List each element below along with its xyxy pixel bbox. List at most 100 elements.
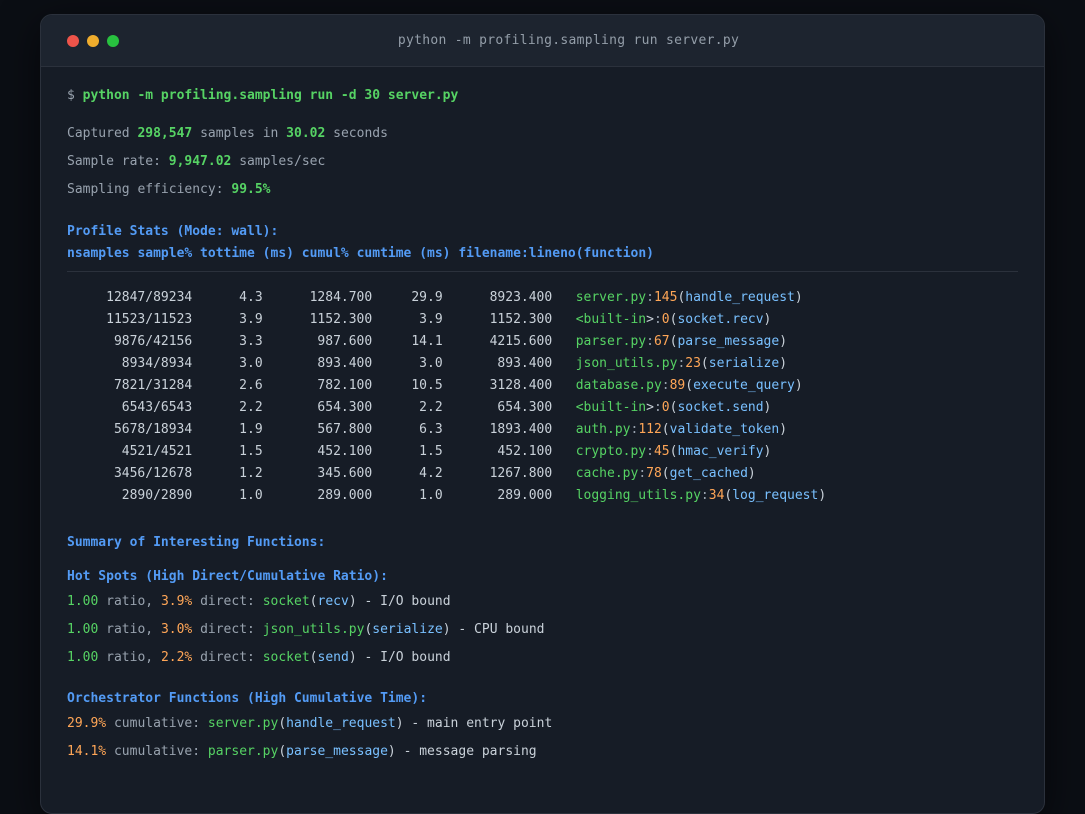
cumulative-pct: 29.9% <box>67 716 107 731</box>
method-name: recv <box>317 594 349 609</box>
tottime-cell: 567.800 <box>317 422 373 437</box>
nsamples-cell: 7821/31284 <box>113 378 193 393</box>
close-paren: ) <box>763 312 772 327</box>
sample-rate-line: Sample rate: 9,947.02 samples/sec <box>67 151 1018 173</box>
terminal-window: python -m profiling.sampling run server.… <box>40 14 1045 814</box>
cumul-pct-cell: 10.5 <box>411 378 443 393</box>
hot-spots-header: Hot Spots (High Direct/Cumulative Ratio)… <box>67 569 388 584</box>
orchestrator-row: 14.1% cumulative: parser.py(parse_messag… <box>67 741 1018 763</box>
cumtime-cell: 654.300 <box>497 400 553 415</box>
function-name: hmac_verify <box>677 444 764 459</box>
efficiency-value: 99.5% <box>231 182 271 197</box>
colon: : <box>653 312 662 327</box>
tottime-cell: 1152.300 <box>309 312 373 327</box>
table-row: 7821/31284 2.6 782.100 10.5 3128.400 database… <box>67 375 1018 397</box>
hot-spot-row: 1.00 ratio, 2.2% direct: socket(send) - … <box>67 647 1018 669</box>
open-paren: ( <box>309 594 318 609</box>
close-paren: ) <box>747 466 756 481</box>
tottime-cell: 782.100 <box>317 378 373 393</box>
sample-pct-cell: 4.3 <box>239 290 263 305</box>
close-paren: ) <box>763 400 772 415</box>
nsamples-cell: 6543/6543 <box>121 400 193 415</box>
method-name: serialize <box>372 622 443 637</box>
table-row: 12847/89234 4.3 1284.700 29.9 8923.400 server… <box>67 287 1018 309</box>
cumtime-cell: 1267.800 <box>489 466 553 481</box>
ratio-label: ratio, <box>98 622 161 637</box>
sample-pct-cell: 3.9 <box>239 312 263 327</box>
lineno: 0 <box>661 400 670 415</box>
entry-note: - main entry point <box>403 716 553 731</box>
captured-label-3: seconds <box>325 126 388 141</box>
maximize-window-icon[interactable] <box>107 34 119 47</box>
filename: server.py <box>575 290 647 305</box>
cumtime-cell: 4215.600 <box>489 334 553 349</box>
ratio-value: 1.00 <box>67 594 99 609</box>
filename: <built-in <box>575 400 647 415</box>
ratio-value: 1.00 <box>67 622 99 637</box>
cumul-pct-cell: 3.9 <box>419 312 443 327</box>
function-name: serialize <box>708 356 780 371</box>
minimize-window-icon[interactable] <box>87 34 99 47</box>
sample-pct-cell: 1.2 <box>239 466 263 481</box>
ratio-label: ratio, <box>98 594 161 609</box>
captured-label: Captured <box>67 126 138 141</box>
hot-spot-row: 1.00 ratio, 3.0% direct: json_utils.py(s… <box>67 619 1018 641</box>
filename-suffix: > <box>646 312 654 327</box>
cumul-pct-cell: 2.2 <box>419 400 443 415</box>
ratio-value: 1.00 <box>67 650 99 665</box>
colon: : <box>661 378 670 393</box>
cumul-pct-cell: 29.9 <box>411 290 443 305</box>
filename: logging_utils.py <box>575 488 701 503</box>
close-paren: ) <box>763 444 772 459</box>
colon: : <box>638 466 647 481</box>
filename: server.py <box>207 716 279 731</box>
close-paren: ) <box>794 290 803 305</box>
entry-note: - message parsing <box>395 744 537 759</box>
shell-prompt: $ <box>67 88 83 103</box>
tottime-cell: 289.000 <box>317 488 373 503</box>
tottime-cell: 1284.700 <box>309 290 373 305</box>
table-row: 4521/4521 1.5 452.100 1.5 452.100 crypto.py:4… <box>67 441 1018 463</box>
lineno: 67 <box>653 334 670 349</box>
sample-pct-cell: 1.0 <box>239 488 263 503</box>
open-paren: ( <box>278 716 287 731</box>
function-name: parse_message <box>677 334 780 349</box>
target-name: json_utils.py <box>262 622 365 637</box>
open-paren: ( <box>661 466 670 481</box>
bound-note: - I/O bound <box>356 650 451 665</box>
lineno: 78 <box>646 466 662 481</box>
tottime-cell: 893.400 <box>317 356 373 371</box>
direct-pct: 3.0% <box>160 622 193 637</box>
open-paren: ( <box>309 650 318 665</box>
function-name: handle_request <box>685 290 795 305</box>
target-name: socket <box>262 650 310 665</box>
nsamples-cell: 5678/18934 <box>113 422 193 437</box>
close-window-icon[interactable] <box>67 34 79 47</box>
method-name: send <box>317 650 349 665</box>
tottime-cell: 654.300 <box>317 400 373 415</box>
direct-pct: 2.2% <box>160 650 193 665</box>
function-name: validate_token <box>669 422 780 437</box>
nsamples-cell: 11523/11523 <box>106 312 193 327</box>
lineno: 112 <box>638 422 662 437</box>
direct-pct: 3.9% <box>160 594 193 609</box>
efficiency-label: Sampling efficiency: <box>67 182 232 197</box>
table-row: 6543/6543 2.2 654.300 2.2 654.300 <built-in>:… <box>67 397 1018 419</box>
cumtime-cell: 1893.400 <box>489 422 553 437</box>
title-bar: python -m profiling.sampling run server.… <box>41 15 1044 67</box>
captured-line: Captured 298,547 samples in 30.02 second… <box>67 123 1018 145</box>
cumtime-cell: 3128.400 <box>489 378 553 393</box>
nsamples-cell: 3456/12678 <box>113 466 193 481</box>
profile-stats-header: Profile Stats (Mode: wall): <box>67 224 279 239</box>
command-text: python -m profiling.sampling run -d 30 s… <box>82 88 459 103</box>
sample-pct-cell: 3.0 <box>239 356 263 371</box>
cumul-pct-cell: 1.0 <box>419 488 443 503</box>
window-controls <box>67 34 119 47</box>
close-paren: ) <box>779 334 788 349</box>
sample-pct-cell: 1.9 <box>239 422 263 437</box>
open-paren: ( <box>661 422 670 437</box>
window-title: python -m profiling.sampling run server.… <box>397 33 740 48</box>
close-paren: ) <box>348 650 357 665</box>
table-row: 5678/18934 1.9 567.800 6.3 1893.400 auth.py:1… <box>67 419 1018 441</box>
function-name: handle_request <box>286 716 396 731</box>
